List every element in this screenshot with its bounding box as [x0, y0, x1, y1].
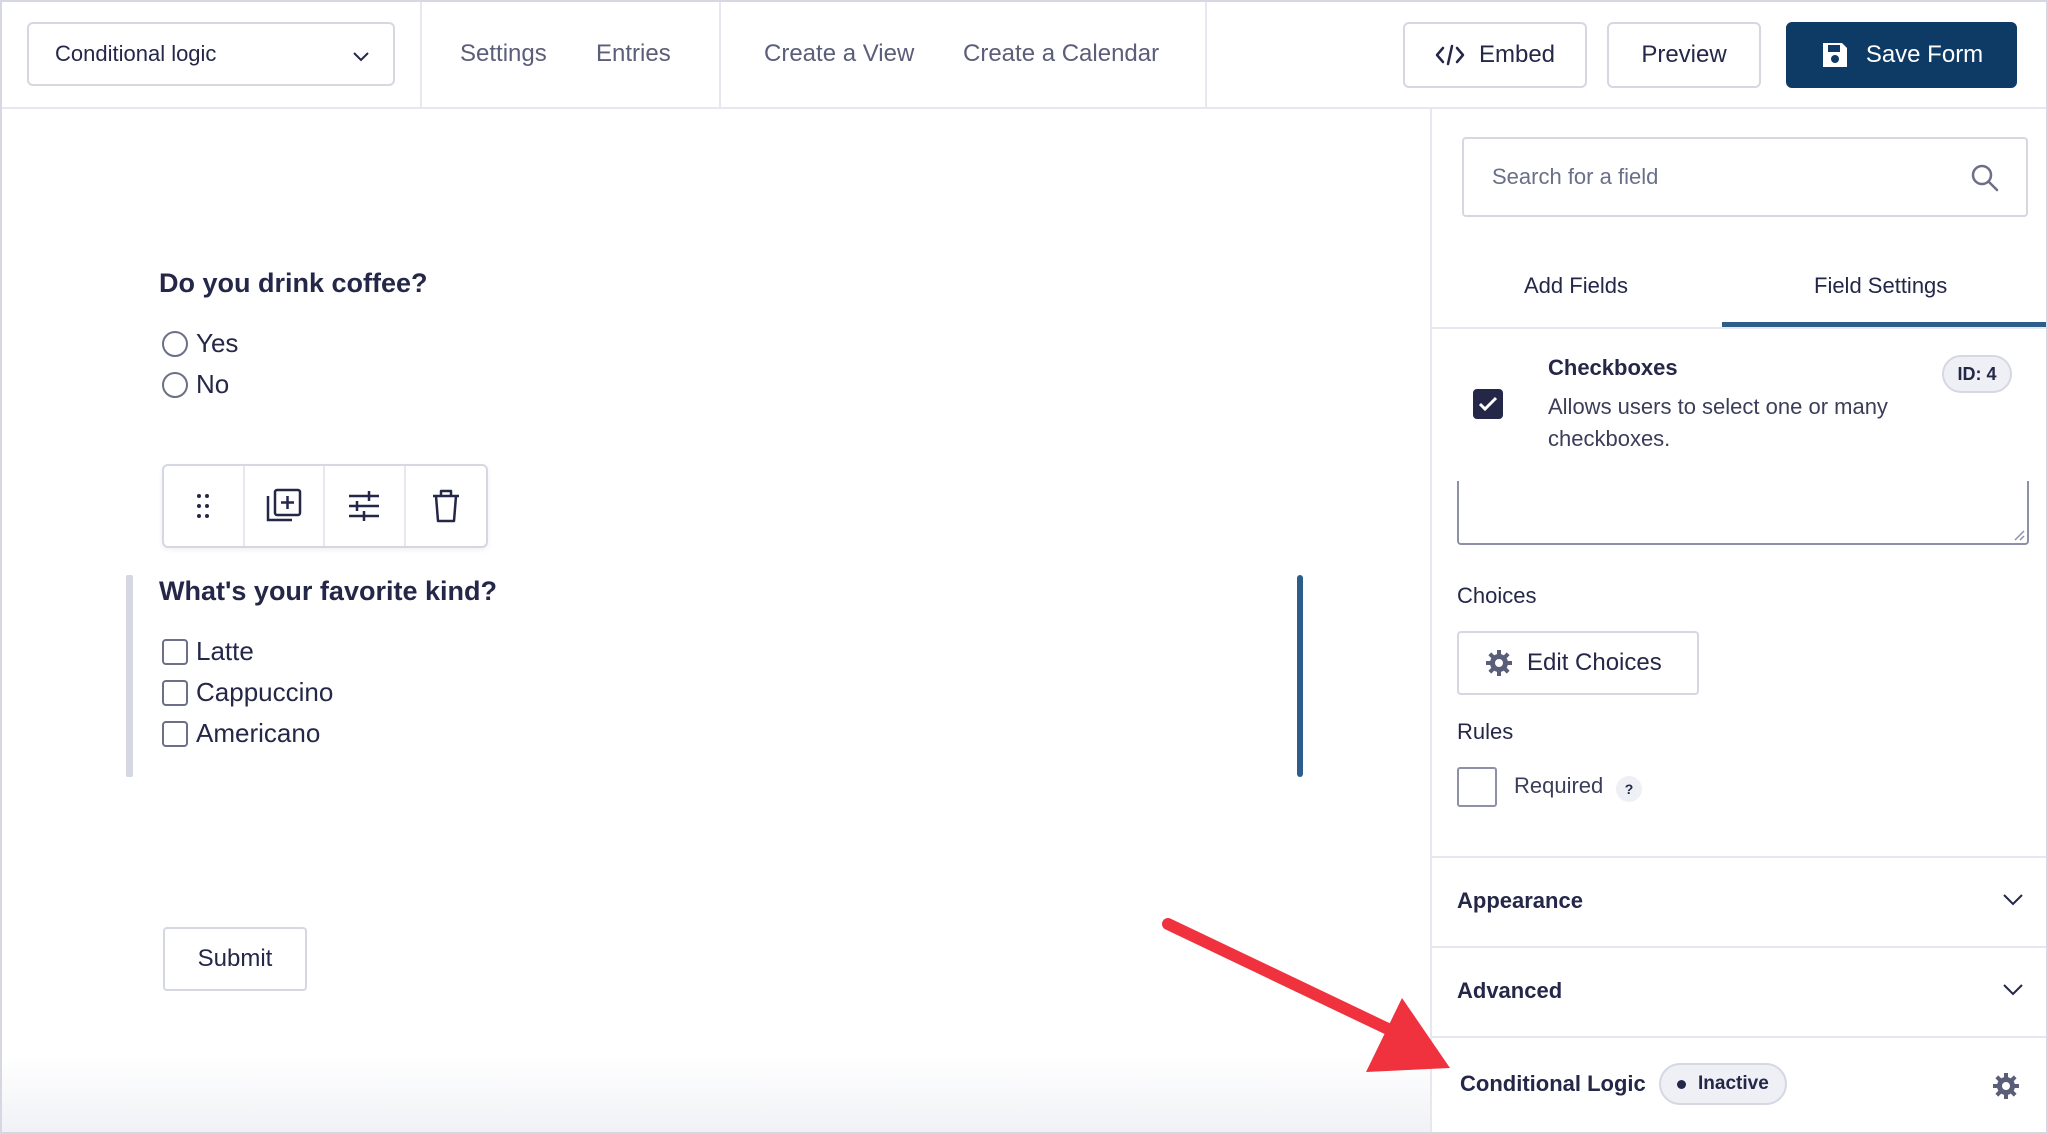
active-tab-indicator: [1722, 322, 2046, 327]
app-window: Conditional logic Settings Entries Creat…: [0, 0, 2048, 1134]
settings-sliders-icon: [349, 491, 380, 521]
radio-button[interactable]: [162, 371, 188, 398]
checkbox-label: Cappuccino: [196, 677, 334, 707]
checkbox[interactable]: [162, 679, 188, 706]
field-type-checkbox: [1473, 389, 1503, 419]
choices-label: Choices: [1457, 583, 1537, 608]
required-label: Required: [1514, 773, 1604, 798]
top-toolbar: Conditional logic Settings Entries Creat…: [2, 2, 2046, 109]
checkbox-label: Americano: [196, 718, 321, 748]
submit-button[interactable]: Submit: [163, 927, 307, 991]
checkbox[interactable]: [162, 638, 188, 665]
nav-settings[interactable]: Settings: [460, 40, 547, 68]
description-textarea[interactable]: [1457, 481, 2029, 545]
gear-icon[interactable]: [1992, 1072, 2020, 1100]
divider: [420, 2, 422, 107]
checkbox-option-cappuccino[interactable]: Cappuccino: [162, 677, 333, 708]
delete-button[interactable]: [406, 466, 486, 546]
resize-grip-icon[interactable]: [2011, 527, 2025, 541]
nav-entries[interactable]: Entries: [596, 40, 671, 68]
save-form-label: Save Form: [1865, 41, 1984, 68]
edit-choices-button[interactable]: Edit Choices: [1457, 631, 1699, 695]
form-canvas: Do you drink coffee? Yes No What's your …: [2, 109, 1430, 1132]
checkbox[interactable]: [162, 720, 188, 747]
accordion-advanced[interactable]: Advanced: [1432, 946, 2046, 1036]
tab-add-fields[interactable]: Add Fields: [1524, 273, 1628, 299]
embed-button[interactable]: Embed: [1403, 22, 1587, 88]
trash-icon: [432, 489, 459, 523]
code-icon: [1435, 44, 1465, 66]
save-form-button[interactable]: Save Form: [1786, 22, 2017, 88]
drag-handle-icon: [197, 494, 210, 518]
status-label: Inactive: [1698, 1073, 1769, 1094]
nav-create-calendar[interactable]: Create a Calendar: [963, 40, 1159, 68]
checkmark-icon: [1478, 396, 1498, 412]
checkbox-label: Latte: [196, 636, 254, 666]
field-label-coffee: Do you drink coffee?: [159, 268, 428, 298]
preview-label: Preview: [1641, 41, 1727, 68]
embed-label: Embed: [1478, 41, 1556, 68]
nav-create-view[interactable]: Create a View: [764, 40, 914, 68]
search-icon[interactable]: [1970, 163, 2000, 193]
field-toolbar: [162, 464, 488, 548]
checkbox-option-latte[interactable]: Latte: [162, 636, 254, 667]
resize-handle[interactable]: [1297, 575, 1303, 777]
form-selector-label: Conditional logic: [55, 41, 217, 66]
required-checkbox[interactable]: [1457, 767, 1497, 807]
chevron-down-icon: [353, 52, 369, 62]
field-search[interactable]: [1462, 137, 2028, 217]
radio-button[interactable]: [162, 330, 188, 357]
field-settings-button[interactable]: [325, 466, 406, 546]
duplicate-button[interactable]: [245, 466, 325, 546]
chevron-down-icon: [2003, 984, 2023, 996]
preview-button[interactable]: Preview: [1607, 22, 1761, 88]
chevron-down-icon: [2003, 894, 2023, 906]
save-icon: [1822, 43, 1847, 67]
conditional-logic-title: Conditional Logic: [1460, 1071, 1646, 1096]
radio-label: No: [196, 369, 230, 399]
duplicate-icon: [266, 488, 301, 522]
gear-icon: [1486, 650, 1512, 676]
accordion-appearance[interactable]: Appearance: [1432, 856, 2046, 946]
canvas-fade: [2, 1056, 1430, 1132]
accordion-title: Advanced: [1457, 978, 1563, 1003]
selection-indicator: [126, 575, 133, 777]
rules-label: Rules: [1457, 719, 1514, 744]
checkbox-option-americano[interactable]: Americano: [162, 718, 320, 749]
drag-handle-button[interactable]: [164, 466, 245, 546]
status-badge: Inactive: [1659, 1063, 1787, 1105]
tab-field-settings[interactable]: Field Settings: [1814, 273, 1947, 299]
field-id-badge: ID: 4: [1942, 355, 2012, 393]
field-type-name: Checkboxes: [1548, 355, 1678, 380]
radio-option-yes[interactable]: Yes: [162, 328, 238, 359]
accordion-title: Appearance: [1457, 888, 1583, 913]
divider: [719, 2, 721, 107]
radio-label: Yes: [196, 328, 239, 358]
help-icon[interactable]: ?: [1616, 776, 1642, 802]
status-dot: [1677, 1079, 1686, 1089]
field-label-favorite: What's your favorite kind?: [159, 576, 497, 606]
search-input[interactable]: [1492, 164, 1952, 190]
settings-sidebar: Add Fields Field Settings Checkboxes All…: [1430, 109, 2046, 1132]
form-selector[interactable]: Conditional logic: [27, 22, 395, 86]
field-type-description: Allows users to select one or many check…: [1548, 394, 1888, 451]
radio-option-no[interactable]: No: [162, 369, 229, 400]
edit-choices-label: Edit Choices: [1527, 649, 1662, 676]
sidebar-tabs: Add Fields Field Settings: [1432, 249, 2046, 329]
divider: [1205, 2, 1207, 107]
